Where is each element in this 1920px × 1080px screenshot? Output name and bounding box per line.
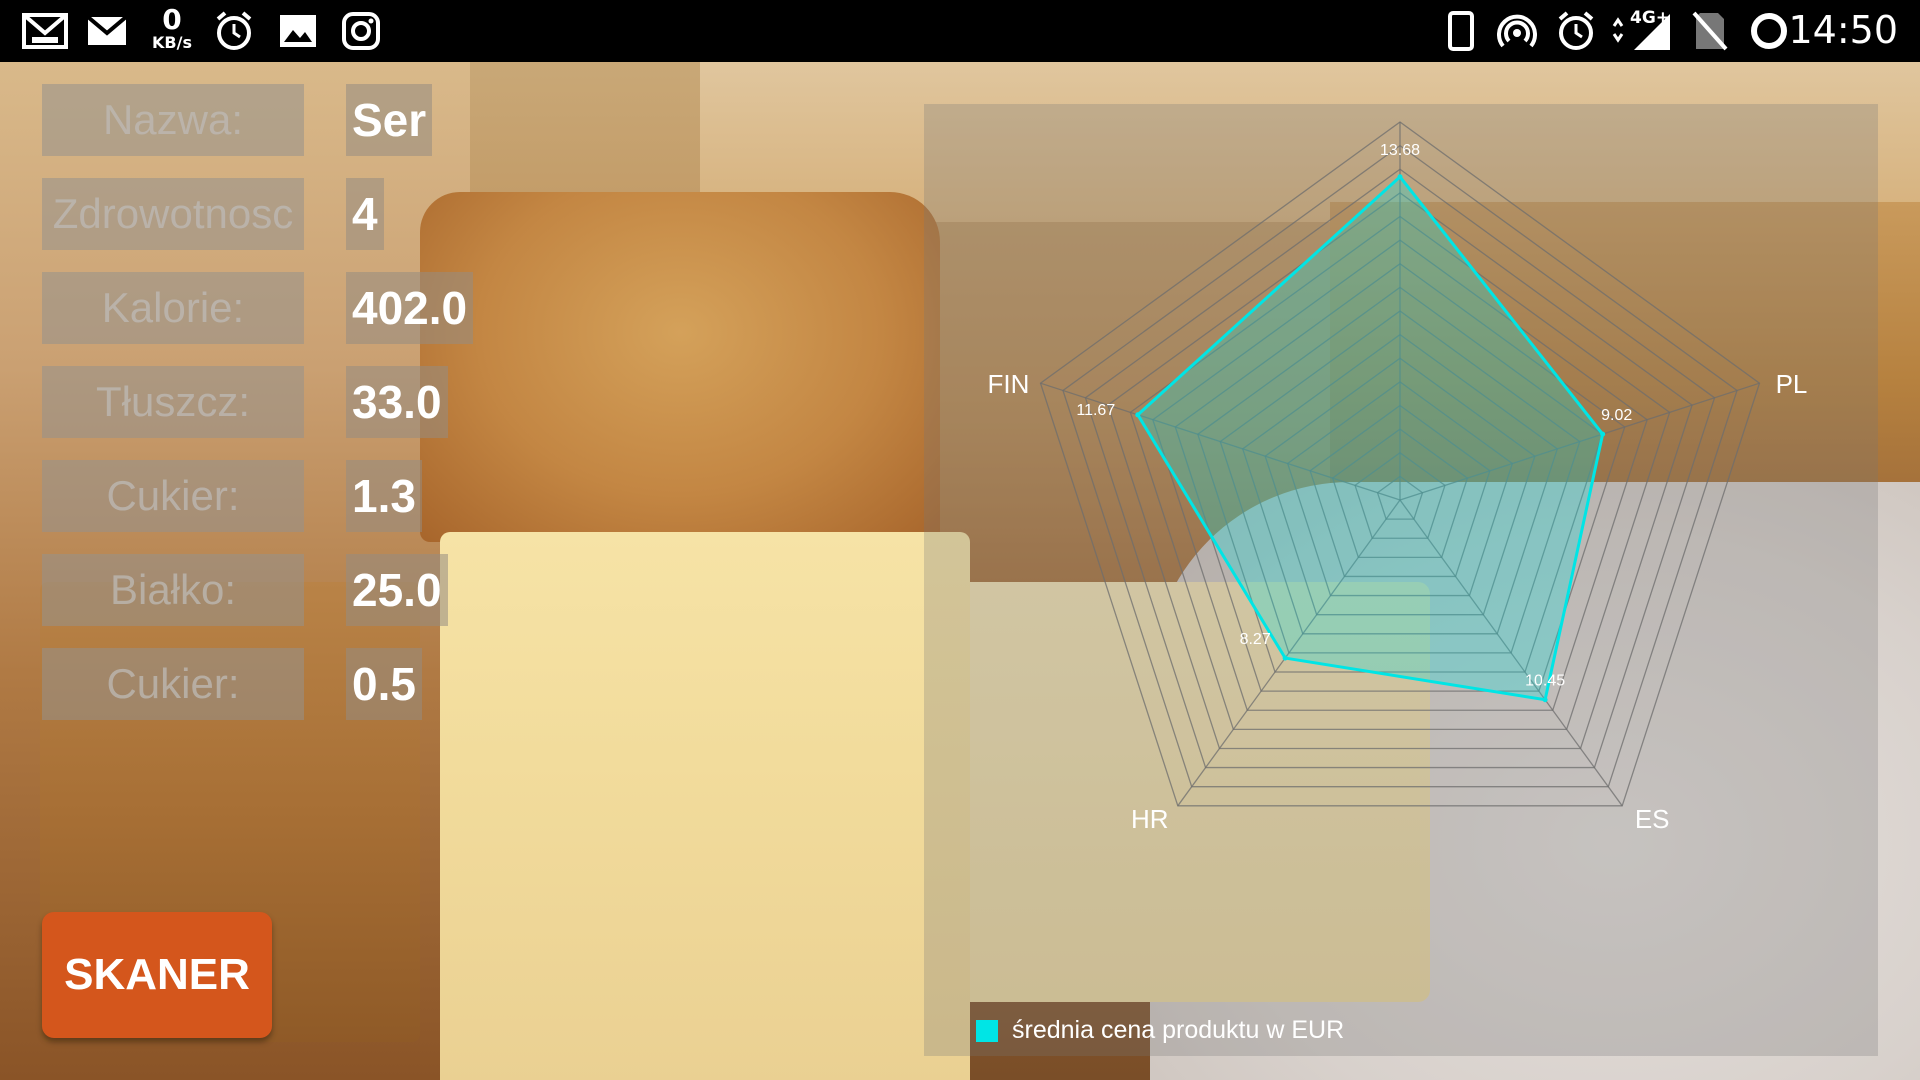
label-protein: Białko: [42, 554, 304, 626]
alarm-icon-right [1554, 10, 1598, 52]
radar-data-point [1282, 655, 1288, 661]
network-label: 4G+ [1630, 8, 1671, 28]
gallery-icon [278, 10, 318, 52]
radar-data-point [1600, 431, 1606, 437]
value-fat: 33.0 [346, 366, 448, 438]
radar-value-label: 11.67 [1076, 402, 1115, 419]
gmail-inbox-icon [22, 10, 68, 52]
net-speed-indicator: 0 KB/s [146, 6, 198, 52]
value-sugar-2: 0.5 [346, 648, 422, 720]
alarm-icon [212, 10, 256, 52]
radar-data-point [1397, 174, 1403, 180]
status-time: 14:50 [1788, 8, 1898, 52]
gmail-icon [86, 10, 128, 52]
cheesecake-body [440, 532, 970, 1080]
label-fat: Tłuszcz: [42, 366, 304, 438]
radar-axis-label: FIN [988, 369, 1030, 399]
cheesecake-top [420, 192, 940, 542]
instagram-icon [340, 10, 382, 52]
radar-series-area [1135, 174, 1605, 702]
label-sugar: Cukier: [42, 460, 304, 532]
label-calories: Kalorie: [42, 272, 304, 344]
radar-axis-label: IT [1388, 104, 1411, 110]
legend-label: średnia cena produktu w EUR [1012, 1016, 1345, 1044]
value-name: Ser [346, 84, 433, 156]
radar-value-label: 8.27 [1240, 631, 1271, 648]
hotspot-icon [1496, 10, 1538, 52]
price-radar-chart: 13.68 9.02 10.45 8.27 11.67 IT PL ES HR FIN średn… [924, 104, 1878, 1056]
radar-value-label: 9.02 [1601, 407, 1632, 424]
label-sugar-2: Cukier: [42, 648, 304, 720]
label-health: Zdrowotnosc [42, 178, 304, 250]
radar-data-point [1135, 412, 1141, 418]
radar-chart-svg: 13.68 9.02 10.45 8.27 11.67 IT PL ES HR FIN [988, 104, 1808, 834]
radar-value-label: 10.45 [1525, 673, 1565, 690]
chart-legend: średnia cena produktu w EUR [976, 1016, 1344, 1045]
legend-swatch [976, 1019, 998, 1042]
battery-ring-icon [1748, 10, 1790, 52]
value-sugar: 1.3 [346, 460, 422, 532]
no-sim-icon [1690, 10, 1730, 52]
radar-value-label: 13.68 [1380, 142, 1420, 159]
value-protein: 25.0 [346, 554, 448, 626]
value-health: 4 [346, 178, 384, 250]
signal-4g-icon: 4G+ [1610, 8, 1672, 52]
status-bar: 0 KB/s 4G+ 14:50 [0, 0, 1920, 62]
radar-axis-label: ES [1635, 804, 1670, 834]
scan-button[interactable]: SKANER [42, 912, 272, 1038]
radar-axis-label: PL [1776, 369, 1808, 399]
net-speed-unit: KB/s [152, 33, 192, 52]
label-name: Nazwa: [42, 84, 304, 156]
radar-data-point [1542, 697, 1548, 703]
radar-axis-label: HR [1131, 804, 1169, 834]
phone-icon [1446, 10, 1476, 52]
value-calories: 402.0 [346, 272, 474, 344]
net-speed-value: 0 [162, 3, 182, 36]
